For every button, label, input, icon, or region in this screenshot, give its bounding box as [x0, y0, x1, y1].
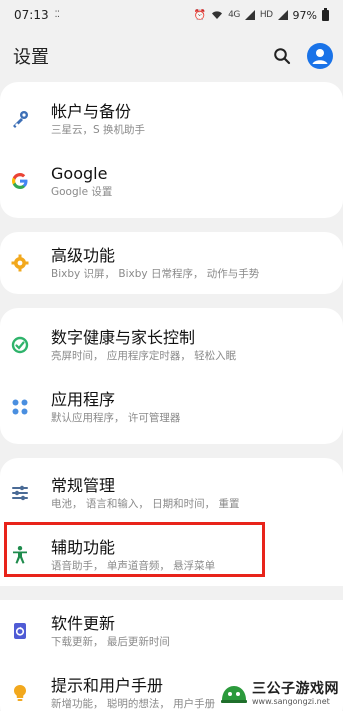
- alarm-icon: ⏰: [193, 9, 207, 21]
- item-subtitle: Bixby 识屏， Bixby 日常程序， 动作与手势: [51, 267, 260, 280]
- settings-item-accounts[interactable]: 帐户与备份 三星云，S 换机助手: [0, 88, 343, 150]
- update-icon: [8, 619, 32, 643]
- item-subtitle: 三星云，S 换机助手: [51, 123, 146, 136]
- item-title: 提示和用户手册: [51, 675, 164, 695]
- network-hd-label: HD: [259, 10, 273, 20]
- item-title: 高级功能: [51, 245, 116, 265]
- settings-group: 帐户与备份 三星云，S 换机助手 Google Google 设置: [0, 82, 343, 218]
- item-subtitle: Google 设置: [51, 185, 113, 198]
- watermark-url: www.sangongzi.net: [252, 697, 330, 706]
- google-icon: [8, 169, 32, 193]
- accessibility-icon: [8, 543, 32, 567]
- group-gap: [0, 586, 343, 600]
- settings-item-google[interactable]: Google Google 设置: [0, 150, 343, 212]
- settings-item-general-management[interactable]: 常规管理 电池， 语言和输入， 日期和时间， 重置: [0, 462, 343, 524]
- search-icon[interactable]: [273, 47, 291, 65]
- status-time: 07:13: [14, 8, 49, 22]
- item-subtitle: 新增功能， 聪明的想法， 用户手册: [51, 697, 216, 710]
- settings-list: 帐户与备份 三星云，S 换机助手 Google Google 设置 高级功能 B…: [0, 82, 343, 711]
- settings-item-software-update[interactable]: 软件更新 下载更新， 最后更新时间: [0, 600, 343, 662]
- sliders-icon: [8, 481, 32, 505]
- apps-icon: [8, 395, 32, 419]
- wellbeing-icon: [8, 333, 32, 357]
- puzzle-gear-icon: [8, 251, 32, 275]
- item-title: 数字健康与家长控制: [51, 327, 196, 347]
- app-header: 设置: [0, 30, 343, 82]
- key-icon: [8, 107, 32, 131]
- item-title: 帐户与备份: [51, 101, 132, 121]
- signal-icon-2: [277, 10, 288, 20]
- settings-item-accessibility[interactable]: 辅助功能 语音助手， 单声道音频， 悬浮菜单: [0, 524, 343, 586]
- battery-percent: 97%: [292, 8, 317, 22]
- settings-item-apps[interactable]: 应用程序 默认应用程序， 许可管理器: [0, 376, 343, 438]
- settings-group: 高级功能 Bixby 识屏， Bixby 日常程序， 动作与手势: [0, 232, 343, 294]
- page-title: 设置: [13, 47, 49, 68]
- item-subtitle: 语音助手， 单声道音频， 悬浮菜单: [51, 559, 216, 572]
- item-title: 应用程序: [51, 389, 116, 409]
- item-subtitle: 亮屏时间， 应用程序定时器， 轻松入眠: [51, 349, 237, 362]
- watermark-title: 三公子游戏网: [252, 681, 339, 697]
- item-subtitle: 下载更新， 最后更新时间: [51, 635, 170, 648]
- settings-item-digital-wellbeing[interactable]: 数字健康与家长控制 亮屏时间， 应用程序定时器， 轻松入眠: [0, 314, 343, 376]
- settings-item-advanced[interactable]: 高级功能 Bixby 识屏， Bixby 日常程序， 动作与手势: [0, 232, 343, 294]
- settings-group: 常规管理 电池， 语言和输入， 日期和时间， 重置 辅助功能 语音助手， 单声道…: [0, 458, 343, 711]
- wifi-icon: [212, 11, 223, 19]
- settings-group: 数字健康与家长控制 亮屏时间， 应用程序定时器， 轻松入眠 应用程序 默认应用程…: [0, 308, 343, 444]
- watermark: 三公子游戏网 www.sangongzi.net: [219, 681, 339, 707]
- item-title: 软件更新: [51, 613, 116, 633]
- account-icon[interactable]: [307, 43, 333, 69]
- watermark-logo-icon: [221, 686, 247, 703]
- status-bar: 07:13 ⁚⁚ ⏰ 4G HD 97%: [0, 0, 343, 30]
- item-subtitle: 默认应用程序， 许可管理器: [51, 411, 181, 424]
- item-title: 常规管理: [51, 475, 116, 495]
- item-title: Google: [51, 163, 108, 183]
- bulb-icon: [8, 681, 32, 705]
- item-subtitle: 电池， 语言和输入， 日期和时间， 重置: [51, 497, 240, 510]
- item-title: 辅助功能: [51, 537, 116, 557]
- battery-icon: [322, 7, 329, 21]
- notification-dots-icon: ⁚⁚: [54, 10, 60, 20]
- network-4g-label: 4G: [228, 10, 240, 20]
- signal-icon: [244, 10, 255, 20]
